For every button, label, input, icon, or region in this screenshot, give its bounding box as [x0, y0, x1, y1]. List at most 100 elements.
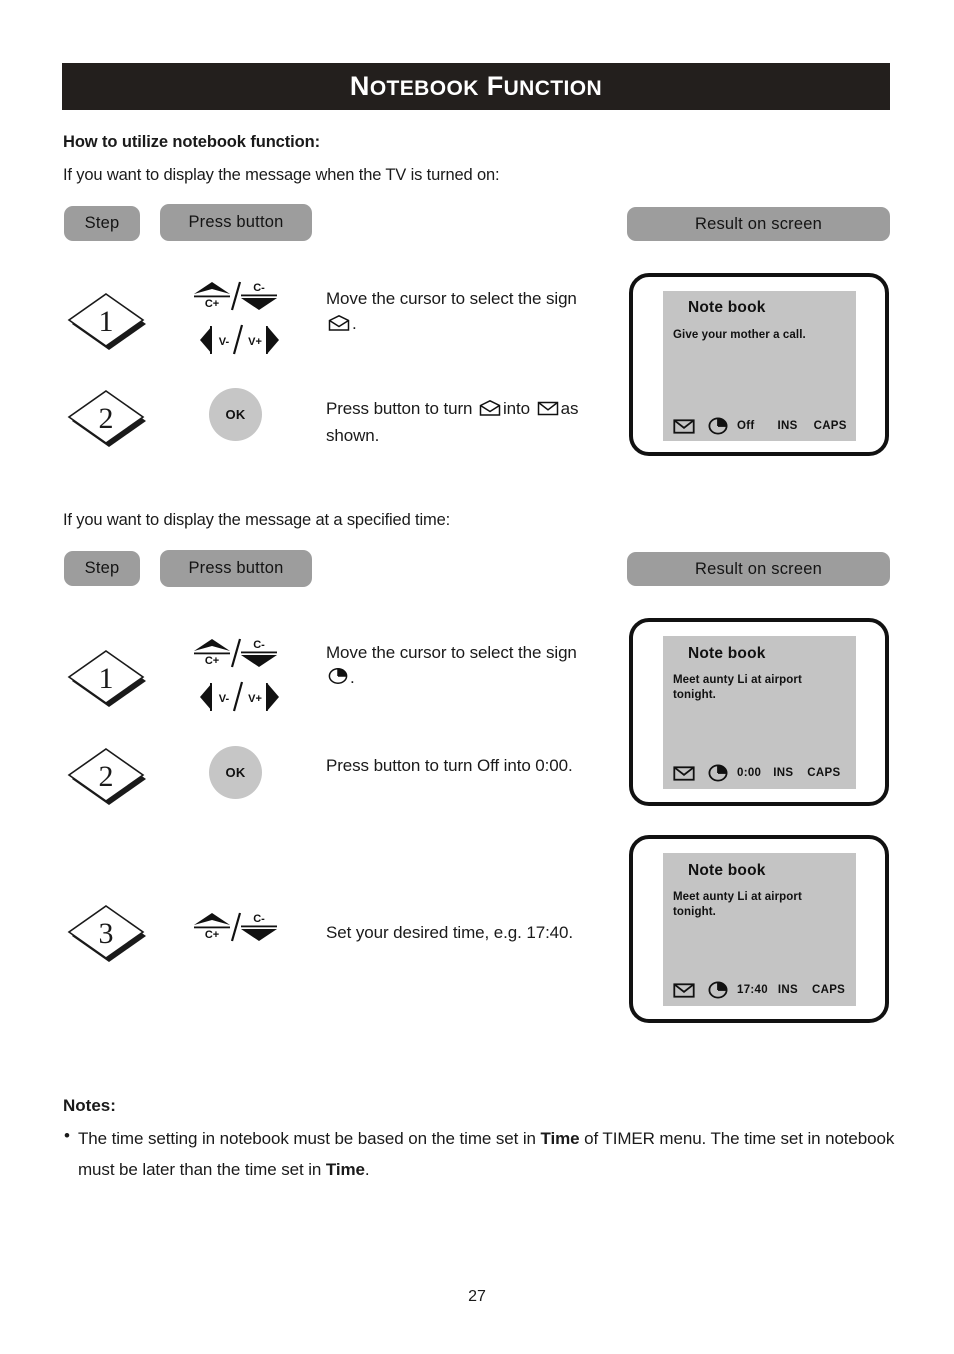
- result-screen-3: Note book Meet aunty Li at airport tonig…: [629, 835, 889, 1023]
- envelope-closed-icon: [537, 398, 559, 423]
- svg-text:1: 1: [99, 662, 114, 695]
- ok-button-1-2[interactable]: OK: [209, 388, 262, 441]
- slash-separator: [230, 281, 242, 311]
- notes-part-3: .: [364, 1160, 370, 1179]
- step-marker-2-3: 3: [63, 900, 149, 966]
- svg-text:V+: V+: [248, 693, 262, 705]
- svg-text:C+: C+: [205, 298, 219, 310]
- notebook-title: Note book: [688, 299, 766, 316]
- down-arrow-icon: [241, 929, 277, 941]
- section-heading: How to utilize notebook function:: [63, 133, 320, 151]
- svg-text:C-: C-: [253, 282, 265, 294]
- ok-button-2-2[interactable]: OK: [209, 746, 262, 799]
- column-header-press-button-1: Press button: [160, 204, 312, 241]
- status-ins: INS: [777, 420, 798, 432]
- svg-text:3: 3: [99, 917, 114, 950]
- step-description-1-1: Move the cursor to select the sign .: [326, 286, 596, 338]
- svg-text:C-: C-: [253, 913, 265, 925]
- status-time: 17:40: [737, 984, 768, 996]
- cursor-keys-icon-2-1: C+ C- V- V+: [190, 637, 280, 717]
- up-arrow-icon: [194, 639, 230, 651]
- notebook-message: Meet aunty Li at airport tonight.: [673, 891, 802, 918]
- column-header-result-1: Result on screen: [627, 207, 890, 241]
- page-title: NOTEBOOK FUNCTION: [349, 71, 603, 101]
- notebook-title: Note book: [688, 645, 766, 662]
- notebook-message: Give your mother a call.: [673, 329, 806, 341]
- desc-text: Move the cursor to select the sign: [326, 643, 577, 662]
- notebook-status-bar: 0:00 INS CAPS: [673, 764, 840, 782]
- clock-icon: [328, 667, 348, 692]
- envelope-open-icon: [328, 313, 350, 338]
- notes-text: The time setting in notebook must be bas…: [78, 1123, 906, 1185]
- step-marker-1-2: 2: [63, 385, 149, 451]
- status-caps: CAPS: [807, 767, 841, 779]
- desc-text-middle: into: [503, 399, 531, 418]
- notes-bullet: •: [64, 1126, 70, 1145]
- result-screen-1: Note book Give your mother a call. Off I…: [629, 273, 889, 456]
- svg-text:C+: C+: [205, 655, 219, 667]
- step-number-text: 1: [99, 305, 114, 338]
- column-header-press-button-2: Press button: [160, 550, 312, 587]
- up-arrow-icon: [194, 913, 230, 925]
- envelope-closed-icon: [673, 418, 695, 434]
- column-header-step-1: Step: [64, 206, 140, 241]
- step-marker-2-1: 1: [63, 645, 149, 711]
- status-ins: INS: [773, 767, 794, 779]
- notebook-title: Note book: [688, 862, 766, 879]
- envelope-closed-icon: [673, 765, 695, 781]
- right-arrow-icon: [267, 683, 279, 711]
- intro-line-2: If you want to display the message at a …: [63, 511, 451, 529]
- down-arrow-icon: [241, 298, 277, 310]
- svg-text:V+: V+: [248, 336, 262, 348]
- intro-line-1: If you want to display the message when …: [63, 166, 500, 184]
- step-marker-1-1: 1: [63, 288, 149, 354]
- svg-text:V-: V-: [219, 336, 230, 348]
- status-time: Off: [737, 420, 755, 432]
- step-description-1-2: Press button to turn into as shown.: [326, 396, 606, 448]
- notebook-status-bar: 17:40 INS CAPS: [673, 981, 845, 999]
- svg-text:C-: C-: [253, 639, 265, 651]
- ok-button-label: OK: [225, 407, 246, 422]
- notes-heading: Notes:: [63, 1096, 116, 1115]
- svg-text:V-: V-: [219, 693, 230, 705]
- svg-text:2: 2: [99, 402, 114, 435]
- tv-display-area: Note book Give your mother a call. Off I…: [663, 291, 856, 441]
- right-arrow-icon: [267, 326, 279, 354]
- notes-bold-1: Time: [540, 1129, 580, 1148]
- column-header-step-2: Step: [64, 551, 140, 586]
- step-description-2-1: Move the cursor to select the sign .: [326, 640, 598, 692]
- notebook-status-bar: Off INS CAPS: [673, 417, 847, 435]
- ok-button-label: OK: [225, 765, 246, 780]
- clock-icon: [708, 981, 728, 999]
- desc-period: .: [352, 314, 357, 333]
- updown-keys-icon-2-3: C+ C-: [190, 911, 280, 947]
- step-description-2-3: Set your desired time, e.g. 17:40.: [326, 923, 574, 942]
- clock-icon: [708, 417, 728, 435]
- notebook-message: Meet aunty Li at airport tonight.: [673, 674, 802, 701]
- manual-page: NOTEBOOK FUNCTION How to utilize noteboo…: [0, 0, 954, 1354]
- svg-text:C+: C+: [205, 929, 219, 941]
- status-ins: INS: [777, 984, 798, 996]
- result-screen-2: Note book Meet aunty Li at airport tonig…: [629, 618, 889, 806]
- desc-text: Press button to turn: [326, 399, 473, 418]
- envelope-closed-icon: [673, 982, 695, 998]
- envelope-open-icon: [479, 398, 501, 423]
- page-title-banner: NOTEBOOK FUNCTION: [62, 63, 890, 110]
- step-marker-2-2: 2: [63, 743, 149, 809]
- column-header-result-2: Result on screen: [627, 552, 890, 586]
- svg-text:2: 2: [99, 760, 114, 793]
- clock-icon: [708, 764, 728, 782]
- status-caps: CAPS: [813, 420, 847, 432]
- page-number: 27: [468, 1288, 486, 1305]
- desc-period: .: [350, 668, 355, 687]
- up-arrow-icon: [194, 282, 230, 294]
- notes-part-1: The time setting in notebook must be bas…: [78, 1129, 541, 1148]
- status-time: 0:00: [737, 767, 762, 779]
- down-arrow-icon: [241, 655, 277, 667]
- tv-display-area: Note book Meet aunty Li at airport tonig…: [663, 636, 856, 789]
- tv-display-area: Note book Meet aunty Li at airport tonig…: [663, 853, 856, 1006]
- step-description-2-2: Press button to turn Off into 0:00.: [326, 756, 573, 775]
- notes-bold-2: Time: [325, 1160, 365, 1179]
- cursor-keys-icon-1-1: C+ C- V- V+: [190, 280, 280, 360]
- status-caps: CAPS: [812, 984, 846, 996]
